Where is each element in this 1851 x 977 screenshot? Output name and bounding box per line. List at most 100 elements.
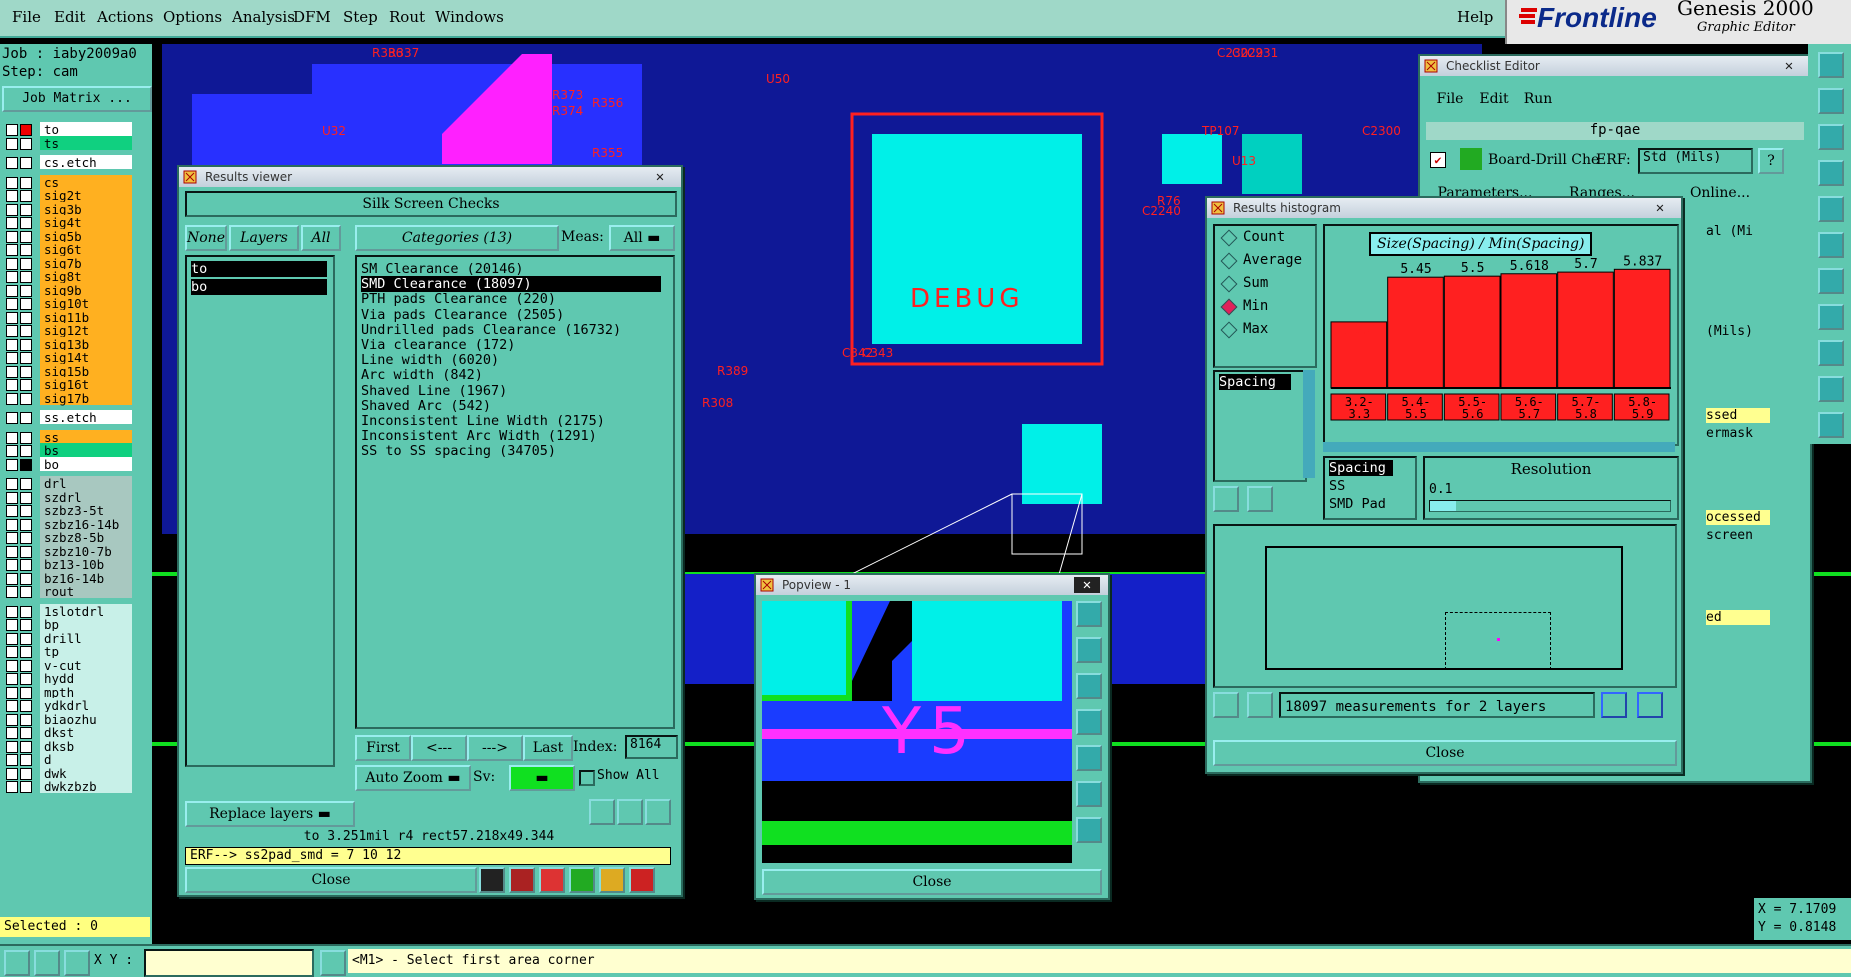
replace-layers-dropdown[interactable]: Replace layers ▬ [185,801,355,827]
popview-canvas[interactable]: Y5 [762,601,1072,863]
histogram-bar[interactable] [1500,273,1558,389]
category-item[interactable]: SM Clearance (20146) [361,261,524,277]
layer-affected-checkbox[interactable] [20,727,32,739]
layer-checkbox[interactable] [6,754,18,766]
layer-affected-checkbox[interactable] [20,338,32,351]
layer-affected-checkbox[interactable] [20,230,32,243]
zoom-icon[interactable] [1076,601,1102,627]
tool-icon[interactable] [1818,52,1844,78]
layer-affected-checkbox[interactable] [20,781,32,793]
radio-button[interactable] [1220,321,1238,339]
check-row-name[interactable]: Board-Drill Che [1488,152,1598,168]
tool-icon[interactable] [1818,376,1844,402]
ref-icon[interactable] [617,799,643,825]
layer-affected-checkbox[interactable] [20,190,32,202]
categories-button[interactable]: Categories (13) [355,225,559,251]
checklist-menu-run[interactable]: Run [1518,88,1558,110]
info-icon[interactable] [320,950,346,976]
tool-icon[interactable] [1818,124,1844,150]
layer-checkbox[interactable] [6,646,18,658]
layer-affected-checkbox[interactable] [20,298,32,310]
category-item[interactable]: Inconsistent Line Width (2175) [361,413,605,429]
prev-button[interactable]: <--- [411,735,467,761]
layer-checkbox[interactable] [6,124,18,136]
layer-checkbox[interactable] [6,713,18,726]
index-field[interactable]: 8164 [625,735,678,759]
layer-affected-checkbox[interactable] [20,673,32,685]
layer-checkbox[interactable] [6,412,18,424]
layer-affected-checkbox[interactable] [20,379,32,391]
layer-affected-checkbox[interactable] [20,257,32,270]
layer-checkbox[interactable] [6,445,18,457]
layer-checkbox[interactable] [6,190,18,202]
check-row-fragment[interactable]: (Mils) [1706,324,1770,339]
tool-icon[interactable] [1818,88,1844,114]
ref-icon[interactable] [1247,692,1273,718]
layer-affected-checkbox[interactable] [20,659,32,672]
layer-checkbox[interactable] [6,586,18,598]
color-icon[interactable] [479,867,505,893]
layer-checkbox[interactable] [6,659,18,672]
layer-checkbox[interactable] [6,781,18,793]
layer-affected-checkbox[interactable] [20,740,32,753]
layer-affected-checkbox[interactable] [20,137,32,150]
layer-affected-checkbox[interactable] [20,431,32,444]
category-item[interactable]: Via clearance (172) [361,337,515,353]
next-button[interactable]: ---> [467,735,523,761]
layer-checkbox[interactable] [6,559,18,571]
histogram-icon[interactable] [629,867,655,893]
layer-affected-checkbox[interactable] [20,244,32,256]
first-button[interactable]: First [355,735,411,761]
layer-affected-checkbox[interactable] [20,365,32,378]
category-item[interactable]: PTH pads Clearance (220) [361,291,556,307]
histogram-bar[interactable] [1387,276,1444,389]
layer-affected-checkbox[interactable] [20,284,32,297]
layer-affected-checkbox[interactable] [20,491,32,504]
meas-dropdown[interactable]: All ▬ [609,225,675,251]
layer-affected-checkbox[interactable] [20,478,32,490]
layer-row[interactable]: ts [6,135,154,151]
layer-affected-checkbox[interactable] [20,754,32,766]
list-item[interactable]: SMD Pad [1329,496,1386,512]
selection-list[interactable]: Spacing SS SMD Pad [1323,456,1417,520]
chart-scrollbar[interactable] [1323,442,1675,452]
layer-checkbox[interactable] [6,700,18,712]
display-icon[interactable] [509,867,535,893]
grid-tool-icon[interactable] [64,950,90,976]
histogram-list[interactable]: Spacing [1213,370,1307,482]
layer-affected-checkbox[interactable] [20,646,32,658]
layer-affected-checkbox[interactable] [20,176,32,189]
select-tool-icon[interactable] [4,950,30,976]
tool-icon[interactable] [1818,160,1844,186]
erf-icon[interactable] [589,799,615,825]
layer-checkbox[interactable] [6,257,18,270]
category-item[interactable]: Inconsistent Arc Width (1291) [361,428,597,444]
report-icon[interactable] [599,867,625,893]
layer-checkbox[interactable] [6,458,18,471]
layer-affected-checkbox[interactable] [20,686,32,699]
layer-affected-checkbox[interactable] [20,458,32,471]
results-viewer-titlebar[interactable]: Results viewer [179,167,681,187]
layer-checkbox[interactable] [6,244,18,256]
layer-checkbox[interactable] [6,157,18,169]
histogram-titlebar[interactable]: Results histogram [1207,198,1681,218]
numbers-icon[interactable] [569,867,595,893]
tool-icon[interactable] [1818,412,1844,438]
scrollbar[interactable] [1303,370,1315,478]
category-item[interactable]: Undrilled pads Clearance (16732) [361,322,621,338]
layer-checkbox[interactable] [6,352,18,364]
layer-affected-checkbox[interactable] [20,311,32,324]
layer-checkbox[interactable] [6,176,18,189]
layer-affected-checkbox[interactable] [20,392,32,405]
menu-rout[interactable]: Rout [389,8,425,26]
layer-checkbox[interactable] [6,727,18,739]
layer-affected-checkbox[interactable] [20,217,32,229]
menu-edit[interactable]: Edit [54,8,85,26]
fit-icon[interactable] [1076,781,1102,807]
checklist-titlebar[interactable]: Checklist Editor [1420,56,1810,76]
none-button[interactable]: None [185,225,227,251]
layer-results-list[interactable]: to bo [185,255,335,767]
layer-affected-checkbox[interactable] [20,203,32,216]
tool-icon[interactable] [1818,340,1844,366]
layer-affected-checkbox[interactable] [20,532,32,544]
